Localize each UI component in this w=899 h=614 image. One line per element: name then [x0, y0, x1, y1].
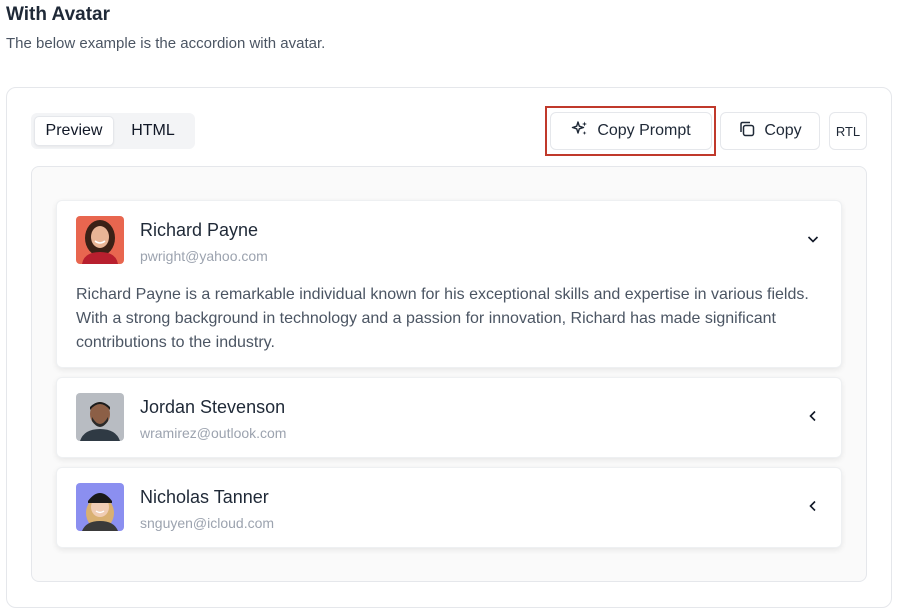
- tab-preview[interactable]: Preview: [34, 116, 114, 146]
- accordion-name: Richard Payne: [140, 220, 259, 240]
- accordion-body: Richard Payne is a remarkable individual…: [76, 286, 809, 351]
- view-tabs: Preview HTML: [31, 113, 195, 149]
- avatar: [76, 393, 124, 441]
- copy-prompt-label: Copy Prompt: [597, 122, 691, 139]
- copy-prompt-button[interactable]: Copy Prompt: [550, 112, 712, 150]
- accordion-name: Jordan Stevenson: [140, 397, 286, 417]
- accordion-email: pwright@yahoo.com: [140, 248, 268, 264]
- accordion-header[interactable]: Jordan Stevenson wramirez@outlook.com: [57, 378, 841, 458]
- tab-html[interactable]: HTML: [114, 116, 192, 146]
- chevron-left-icon: [805, 498, 821, 514]
- copy-icon: [738, 120, 756, 143]
- accordion-item: Nicholas Tanner snguyen@icloud.com: [56, 467, 842, 548]
- chevron-left-icon: [805, 408, 821, 424]
- copy-button[interactable]: Copy: [720, 112, 820, 150]
- accordion-item: Richard Payne pwright@yahoo.com Richard …: [56, 200, 842, 368]
- accordion-item: Jordan Stevenson wramirez@outlook.com: [56, 377, 842, 458]
- section-description: The below example is the accordion with …: [6, 35, 326, 52]
- rtl-button[interactable]: RTL: [829, 112, 867, 150]
- accordion-email: wramirez@outlook.com: [140, 425, 287, 441]
- accordion-name: Nicholas Tanner: [140, 487, 269, 507]
- chevron-down-icon: [805, 231, 821, 247]
- copy-label: Copy: [764, 122, 802, 139]
- accordion-header[interactable]: Richard Payne pwright@yahoo.com: [57, 201, 841, 281]
- avatar: [76, 483, 124, 531]
- section-title: With Avatar: [6, 4, 110, 25]
- accordion-header[interactable]: Nicholas Tanner snguyen@icloud.com: [57, 468, 841, 548]
- accordion-email: snguyen@icloud.com: [140, 515, 275, 531]
- sparkle-icon: [571, 120, 589, 143]
- avatar: [76, 216, 124, 264]
